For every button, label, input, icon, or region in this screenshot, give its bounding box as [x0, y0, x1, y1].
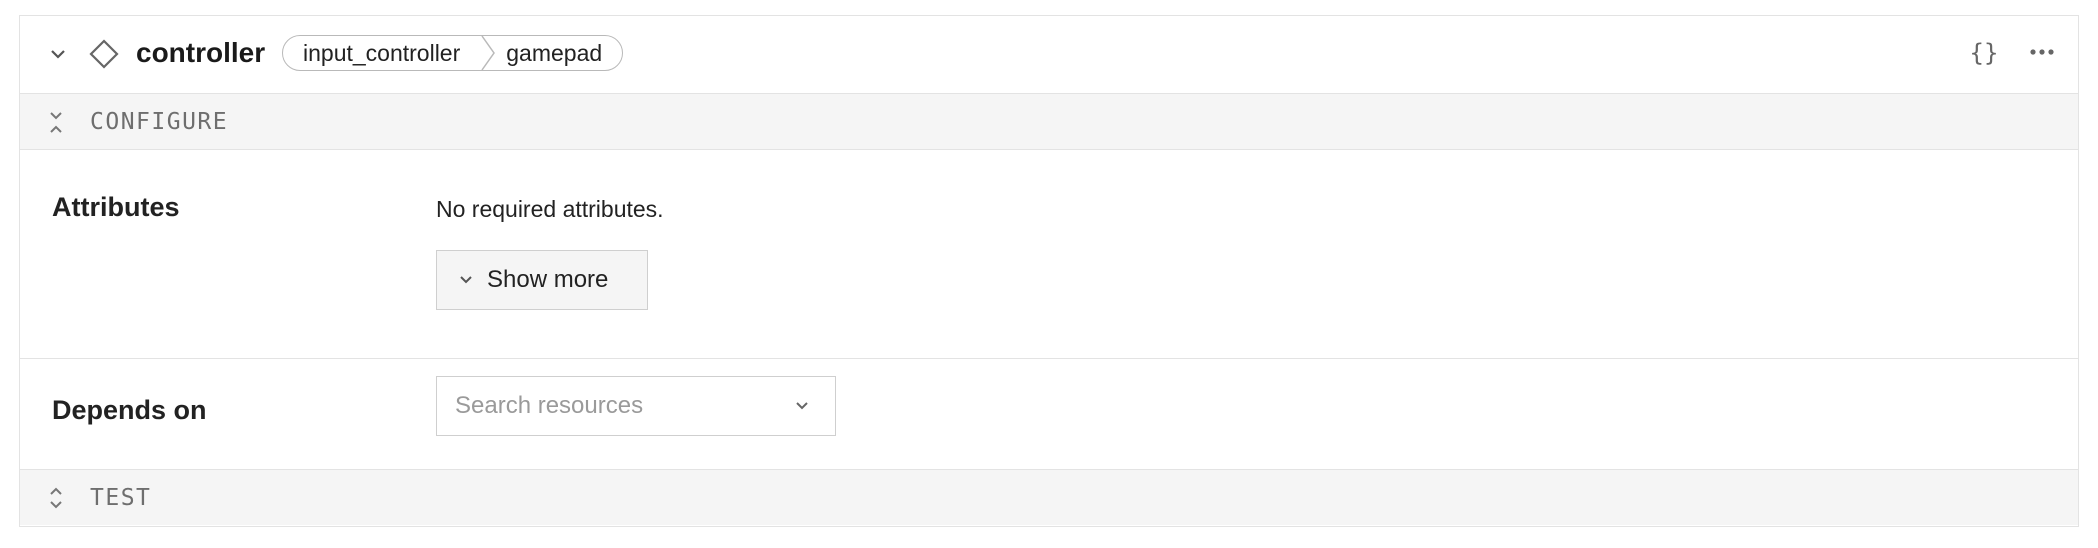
depends-on-label: Depends on	[52, 395, 207, 425]
search-resources-select[interactable]: Search resources	[436, 376, 836, 436]
attributes-label: Attributes	[52, 192, 180, 222]
depends-on-row: Depends on	[20, 359, 2078, 469]
resource-header: controller input_controller gamepad {}	[20, 16, 2078, 94]
breadcrumb-separator-icon	[481, 35, 496, 71]
json-braces-icon[interactable]: {}	[1968, 38, 2000, 68]
show-more-label: Show more	[487, 266, 609, 293]
collapse-arrows-icon	[50, 112, 62, 133]
expand-arrows-icon	[50, 487, 62, 509]
breadcrumb-item-model: input_controller	[303, 40, 461, 66]
attributes-empty-text: No required attributes.	[436, 196, 664, 222]
test-section-label: TEST	[90, 485, 152, 511]
resource-title: controller	[136, 37, 266, 68]
search-resources-placeholder: Search resources	[455, 392, 644, 419]
svg-text:{}: {}	[1970, 39, 1999, 67]
show-more-button[interactable]: Show more	[436, 250, 648, 310]
diamond-icon	[89, 39, 119, 69]
chevron-down-icon	[460, 276, 472, 284]
test-section-bar[interactable]: TEST	[20, 469, 2078, 525]
more-icon[interactable]	[2028, 44, 2056, 60]
resource-card: controller input_controller gamepad {} C…	[19, 15, 2079, 527]
attributes-row: Attributes No required attributes.	[20, 150, 2078, 359]
configure-section-label: CONFIGURE	[90, 109, 229, 135]
collapse-chevron-icon[interactable]	[48, 44, 68, 64]
breadcrumb-item-type: gamepad	[506, 40, 603, 66]
configure-section-bar[interactable]: CONFIGURE	[20, 94, 2078, 150]
chevron-down-icon	[796, 402, 808, 410]
breadcrumb: input_controller gamepad	[282, 35, 624, 71]
